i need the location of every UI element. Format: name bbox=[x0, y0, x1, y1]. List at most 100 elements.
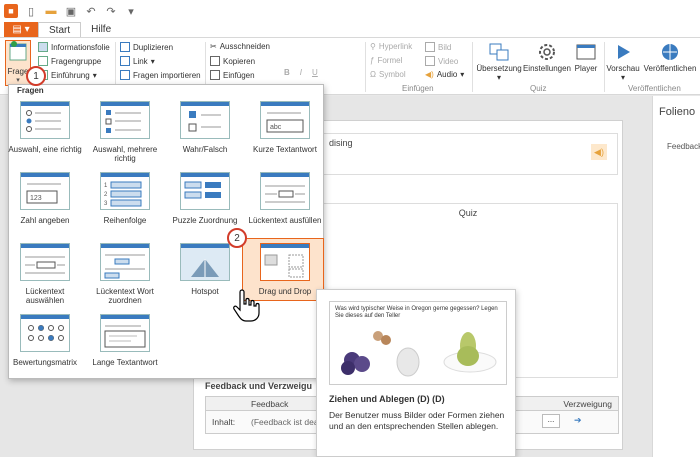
info-slide-button[interactable]: Informationsfolie bbox=[38, 42, 110, 52]
video-button[interactable]: Video bbox=[425, 56, 458, 66]
undo-icon[interactable]: ↶ bbox=[84, 4, 98, 18]
svg-text:123: 123 bbox=[30, 195, 42, 202]
publish-label: Veröffentlichen bbox=[643, 64, 697, 73]
tile-single-choice[interactable]: Auswahl, eine richtig bbox=[6, 101, 84, 171]
import-icon bbox=[120, 70, 130, 80]
play-icon bbox=[618, 45, 630, 59]
tab-start[interactable]: Start bbox=[38, 22, 82, 37]
bold-button[interactable]: B bbox=[284, 68, 290, 77]
link-label: Link bbox=[133, 56, 148, 66]
question-type-tooltip: Was wird typischer Weise in Oregon gerne… bbox=[316, 289, 516, 457]
player-label: Player bbox=[574, 64, 598, 73]
intro-button[interactable]: Einführung ▾ bbox=[38, 70, 97, 80]
link-button[interactable]: Link ▾ bbox=[120, 56, 155, 66]
preview-button[interactable]: Vorschau ▾ bbox=[606, 42, 640, 82]
numeric-icon: 123 bbox=[20, 172, 70, 210]
player-button[interactable]: Player bbox=[572, 42, 600, 73]
cut-button[interactable]: ✂ Ausschneiden bbox=[210, 42, 270, 51]
tile-label: Lückentext ausfüllen bbox=[248, 216, 322, 225]
select-blank-icon bbox=[20, 243, 70, 281]
question-partial-text: dising bbox=[329, 138, 353, 148]
tile-label: Auswahl, mehrere richtig bbox=[92, 145, 158, 164]
separator bbox=[604, 42, 605, 92]
translation-button[interactable]: Übersetzung ▾ bbox=[476, 42, 522, 82]
open-folder-icon[interactable]: ▬ bbox=[44, 4, 58, 18]
italic-button[interactable]: I bbox=[300, 68, 302, 77]
single-choice-icon bbox=[20, 101, 70, 139]
tile-fill-blank[interactable]: Lückentext ausfüllen bbox=[246, 172, 324, 242]
tile-label: Drag und Drop bbox=[258, 287, 312, 296]
browse-button[interactable]: ... bbox=[542, 414, 560, 428]
chevron-down-icon: ▾ bbox=[496, 73, 501, 82]
tile-short-answer[interactable]: abc Kurze Textantwort bbox=[246, 101, 324, 171]
copy-label: Kopieren bbox=[223, 56, 256, 66]
hotspot-icon bbox=[180, 243, 230, 281]
info-slide-icon bbox=[38, 42, 48, 52]
translation-icon bbox=[489, 43, 509, 61]
word-bank-icon bbox=[100, 243, 150, 281]
feedback-content-field[interactable]: (Feedback ist dea bbox=[251, 417, 319, 427]
underline-button[interactable]: U bbox=[312, 68, 318, 77]
duplicate-icon bbox=[120, 42, 130, 52]
likert-icon bbox=[20, 314, 70, 352]
branch-arrow-icon[interactable]: ➔ bbox=[574, 415, 582, 426]
image-button[interactable]: Bild bbox=[425, 42, 451, 52]
drag-drop-icon bbox=[260, 243, 310, 281]
hyperlink-button[interactable]: ⚲ Hyperlink bbox=[370, 42, 412, 51]
tile-label: Wahr/Falsch bbox=[182, 145, 228, 154]
panel-title: Fragen bbox=[17, 86, 44, 95]
tile-numeric[interactable]: 123 Zahl angeben bbox=[6, 172, 84, 242]
copy-button[interactable]: Kopieren bbox=[210, 56, 255, 66]
tile-multiple-choice[interactable]: Auswahl, mehrere richtig bbox=[86, 101, 164, 171]
separator bbox=[365, 42, 366, 92]
duplicate-button[interactable]: Duplizieren bbox=[120, 42, 173, 52]
svg-text:1: 1 bbox=[104, 183, 108, 189]
svg-text:3: 3 bbox=[104, 201, 108, 207]
audio-label: Audio bbox=[436, 70, 458, 79]
tile-label: Reihenfolge bbox=[103, 216, 147, 225]
symbol-icon: Ω bbox=[370, 70, 376, 79]
true-false-icon bbox=[180, 101, 230, 139]
quiz-group-label: Quiz bbox=[530, 84, 547, 93]
audio-icon[interactable]: ◀) bbox=[591, 144, 607, 160]
publish-button[interactable]: Veröffentlichen bbox=[642, 42, 698, 73]
new-file-icon[interactable]: ▯ bbox=[24, 4, 38, 18]
feedback-section-title: Feedback und Verzweigu bbox=[205, 381, 313, 391]
paste-button[interactable]: Einfügen bbox=[210, 70, 255, 80]
formula-button[interactable]: ƒ Formel bbox=[370, 56, 402, 65]
tile-sequence[interactable]: 1 2 3 Reihenfolge bbox=[86, 172, 164, 242]
tile-word-bank[interactable]: Lückentext Wort zuordnen bbox=[86, 243, 164, 313]
tile-select-blank[interactable]: Lückentext auswählen bbox=[6, 243, 84, 313]
redo-icon[interactable]: ↷ bbox=[104, 4, 118, 18]
file-menu-button[interactable]: ▤ ▾ bbox=[4, 22, 38, 37]
settings-button[interactable]: Einstellungen bbox=[522, 42, 572, 73]
tooltip-preview-image: Was wird typischer Weise in Oregon gerne… bbox=[329, 301, 507, 385]
save-icon[interactable]: ▣ bbox=[64, 4, 78, 18]
tile-true-false[interactable]: Wahr/Falsch bbox=[166, 101, 244, 171]
question-group-icon bbox=[38, 56, 48, 66]
content-label: Inhalt: bbox=[212, 417, 236, 427]
step-marker-2: 2 bbox=[227, 228, 247, 248]
tab-help[interactable]: Hilfe bbox=[81, 22, 121, 37]
fill-blank-icon bbox=[260, 172, 310, 210]
panel-title: Folieno bbox=[659, 106, 696, 118]
gear-icon bbox=[539, 44, 555, 60]
question-text-box[interactable]: dising ◀) bbox=[318, 133, 618, 175]
audio-button[interactable]: ◀) Audio ▾ bbox=[425, 70, 464, 79]
tile-essay[interactable]: Lange Textantwort bbox=[86, 314, 164, 384]
paste-label: Einfügen bbox=[223, 70, 255, 80]
sequence-icon: 1 2 3 bbox=[100, 172, 150, 210]
question-group-button[interactable]: Fragengruppe bbox=[38, 56, 101, 66]
import-questions-button[interactable]: Fragen importieren bbox=[120, 70, 201, 80]
insert-group-label: Einfügen bbox=[402, 84, 434, 93]
step-marker-1: 1 bbox=[26, 66, 46, 86]
customize-qa-icon[interactable]: ▾ bbox=[124, 4, 138, 18]
separator bbox=[472, 42, 473, 92]
link-icon bbox=[120, 56, 130, 66]
preview-label: Vorschau bbox=[606, 64, 640, 73]
tile-label: Lückentext Wort zuordnen bbox=[96, 287, 154, 306]
symbol-button[interactable]: Ω Symbol bbox=[370, 70, 406, 79]
tile-likert[interactable]: Bewertungsmatrix bbox=[6, 314, 84, 384]
question-icon bbox=[9, 41, 27, 61]
video-label: Video bbox=[438, 56, 459, 66]
